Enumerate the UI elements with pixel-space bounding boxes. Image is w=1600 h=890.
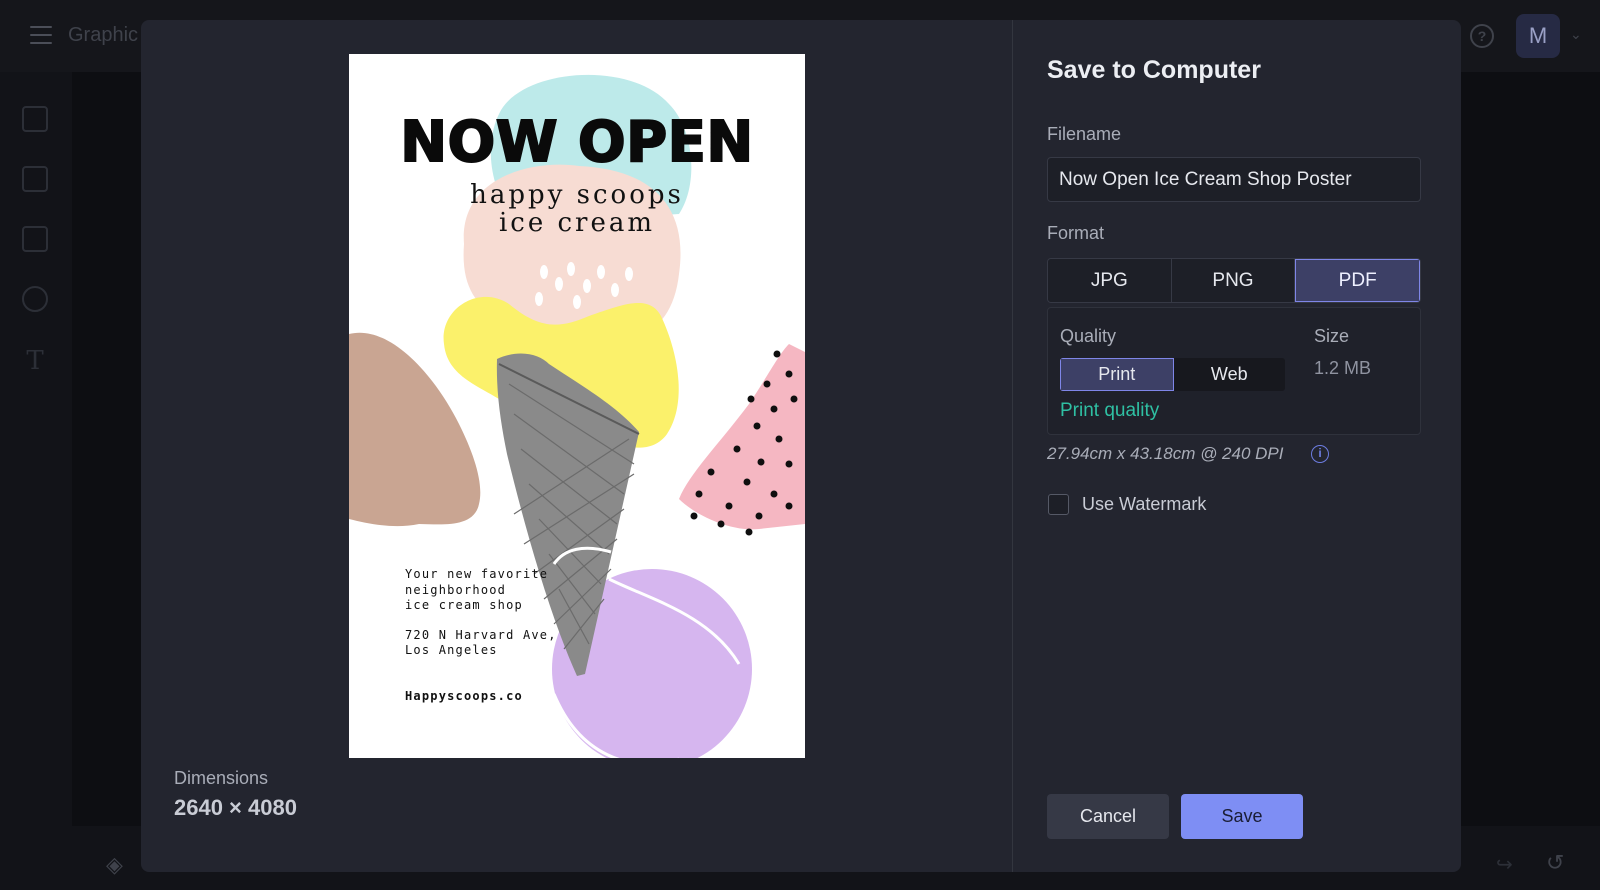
poster-address-line1: 720 N Harvard Ave, bbox=[405, 628, 557, 642]
poster-subtitle-line1: happy scoops bbox=[470, 180, 684, 210]
poster-website: Happyscoops.co bbox=[405, 689, 523, 703]
image-icon[interactable] bbox=[22, 106, 48, 132]
poster-address-line2: Los Angeles bbox=[405, 643, 498, 657]
quality-print-button[interactable]: Print bbox=[1060, 358, 1174, 391]
text-icon[interactable]: T bbox=[22, 348, 48, 374]
size-value: 1.2 MB bbox=[1314, 358, 1372, 378]
layers-icon[interactable]: ◈ bbox=[106, 852, 123, 878]
format-selector: JPG PNG PDF bbox=[1047, 258, 1421, 303]
dimensions-value: 2640 × 4080 bbox=[174, 795, 297, 820]
poster-headline: NOW OPEN bbox=[399, 109, 754, 176]
dpi-info-text: 27.94cm x 43.18cm @ 240 DPI bbox=[1047, 444, 1284, 463]
avatar[interactable]: M bbox=[1516, 14, 1560, 58]
quality-panel: Quality Print Web Size 1.2 MB Print qual… bbox=[1047, 307, 1421, 435]
redo-icon[interactable]: ↪ bbox=[1496, 852, 1513, 877]
quality-label: Quality bbox=[1060, 326, 1117, 346]
watermark-checkbox[interactable] bbox=[1048, 494, 1069, 515]
poster-subtitle-line2: ice cream bbox=[498, 208, 656, 238]
poster-body-line1: Your new favorite bbox=[405, 567, 549, 581]
format-png-button[interactable]: PNG bbox=[1171, 259, 1296, 302]
poster-preview: NOW OPEN happy scoops ice cream Your new… bbox=[349, 54, 805, 758]
hamburger-menu-icon[interactable] bbox=[30, 26, 52, 44]
history-icon[interactable]: ↺ bbox=[1546, 850, 1564, 876]
dialog-title: Save to Computer bbox=[1047, 56, 1261, 84]
format-pdf-button[interactable]: PDF bbox=[1295, 259, 1420, 302]
watermark-label[interactable]: Use Watermark bbox=[1082, 494, 1206, 515]
chevron-down-icon[interactable]: ⌄ bbox=[1570, 26, 1582, 43]
quality-selector: Print Web bbox=[1060, 358, 1285, 391]
app-sidebar bbox=[0, 72, 72, 890]
format-label: Format bbox=[1047, 223, 1105, 243]
format-jpg-button[interactable]: JPG bbox=[1048, 259, 1172, 302]
quality-web-button[interactable]: Web bbox=[1173, 358, 1285, 391]
cancel-button[interactable]: Cancel bbox=[1047, 794, 1169, 839]
dialog-divider bbox=[1012, 20, 1013, 872]
sliders-icon[interactable] bbox=[22, 166, 48, 192]
quality-hint: Print quality bbox=[1060, 400, 1160, 421]
table-icon[interactable] bbox=[22, 226, 48, 252]
save-button[interactable]: Save bbox=[1181, 794, 1303, 839]
info-icon[interactable]: i bbox=[1311, 445, 1329, 463]
save-dialog: NOW OPEN happy scoops ice cream Your new… bbox=[141, 20, 1461, 872]
help-circle-icon[interactable]: ? bbox=[1470, 24, 1494, 48]
filename-input[interactable] bbox=[1047, 157, 1421, 202]
dimensions-label: Dimensions bbox=[174, 768, 269, 788]
filename-label: Filename bbox=[1047, 124, 1122, 144]
size-label: Size bbox=[1314, 326, 1350, 346]
poster-body-line3: ice cream shop bbox=[405, 598, 523, 612]
app-title: Graphic bbox=[68, 24, 139, 46]
shapes-icon[interactable] bbox=[22, 286, 48, 312]
poster-body-line2: neighborhood bbox=[405, 583, 507, 597]
